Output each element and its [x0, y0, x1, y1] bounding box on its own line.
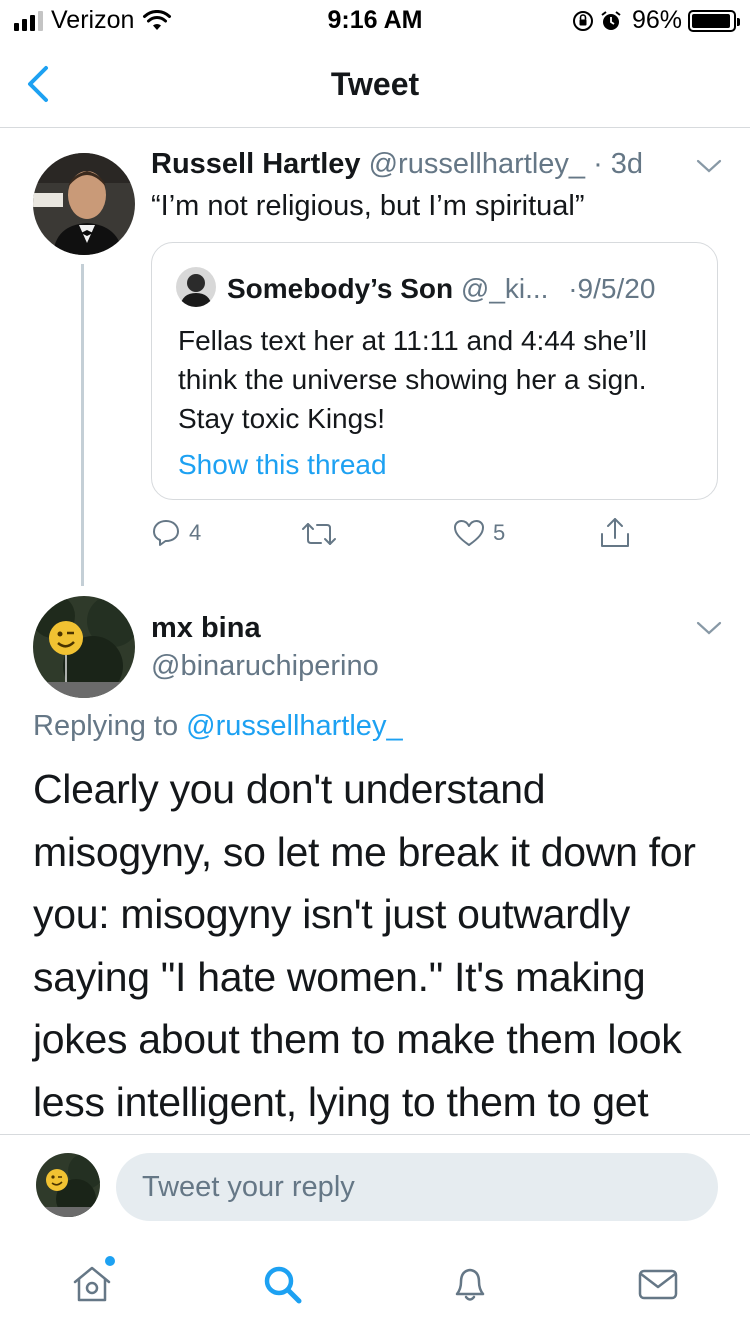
replying-to: Replying to @russellhartley_ [33, 710, 403, 743]
bell-icon[interactable] [448, 1262, 492, 1306]
author-handle[interactable]: @russellhartley_ [369, 148, 585, 180]
tweet-text: “I’m not religious, but I’m spiritual” [151, 190, 585, 222]
reply-text: Clearly you don't understand misogyny, s… [33, 766, 696, 1125]
quoted-text: Fellas text her at 11:11 and 4:44 she’ll… [178, 325, 648, 434]
nav-header: Tweet [0, 40, 750, 128]
page-title: Tweet [330, 66, 420, 102]
tab-bar [0, 1238, 750, 1334]
like-action[interactable]: 5 [453, 518, 505, 548]
notification-dot [105, 1256, 115, 1266]
heart-icon [454, 520, 484, 546]
alarm-icon [601, 10, 621, 30]
battery-percent: 96% [631, 6, 682, 34]
reply-avatar[interactable] [33, 596, 135, 698]
chevron-down-icon[interactable] [696, 620, 722, 636]
replying-prefix: Replying to [33, 710, 179, 742]
thread-line [81, 264, 84, 586]
tweet-time: · 3d [593, 148, 644, 180]
battery-icon [688, 9, 740, 32]
avatar[interactable] [33, 153, 135, 255]
battery-fill [692, 13, 731, 28]
reply-input[interactable]: Tweet your reply [116, 1153, 718, 1221]
tweet-header: Russell Hartley @russellhartley_ · 3d [151, 148, 643, 181]
quoted-author-handle: @_ki... [460, 273, 549, 304]
reply-author-handle[interactable]: @binaruchiperino [151, 650, 379, 683]
chevron-down-icon[interactable] [696, 158, 722, 174]
reply-icon [153, 520, 179, 546]
status-right: 96% [572, 6, 740, 35]
status-bar: Verizon 9:16 AM 96% [0, 0, 750, 40]
quoted-author-name: Somebody’s Son [227, 273, 454, 304]
quoted-header: Somebody’s Son @_ki... ·9/5/20 [227, 273, 655, 305]
show-thread-link[interactable]: Show this thread [178, 449, 387, 481]
retweet-action[interactable] [301, 520, 345, 548]
quoted-date: ·9/5/20 [568, 273, 656, 304]
share-icon [601, 518, 629, 547]
tweet-actions: 4 5 [151, 516, 651, 556]
my-avatar[interactable] [36, 1153, 100, 1217]
reply-bar: Tweet your reply [0, 1134, 750, 1238]
reply-author-name[interactable]: mx bina [151, 612, 261, 645]
quoted-avatar [176, 267, 216, 307]
reply-count: 4 [189, 520, 202, 545]
home-icon[interactable] [70, 1262, 114, 1306]
reply-action[interactable]: 4 [151, 518, 201, 548]
orientation-lock-icon [572, 10, 593, 31]
author-name[interactable]: Russell Hartley [151, 148, 361, 180]
search-icon[interactable] [260, 1262, 304, 1306]
quoted-tweet-card[interactable]: Somebody’s Son @_ki... ·9/5/20 Fellas te… [151, 242, 718, 500]
retweet-icon [302, 523, 336, 545]
mail-icon[interactable] [636, 1262, 680, 1306]
share-action[interactable] [598, 516, 632, 550]
like-count: 5 [493, 520, 506, 545]
replying-to-mention[interactable]: @russellhartley_ [186, 710, 402, 742]
